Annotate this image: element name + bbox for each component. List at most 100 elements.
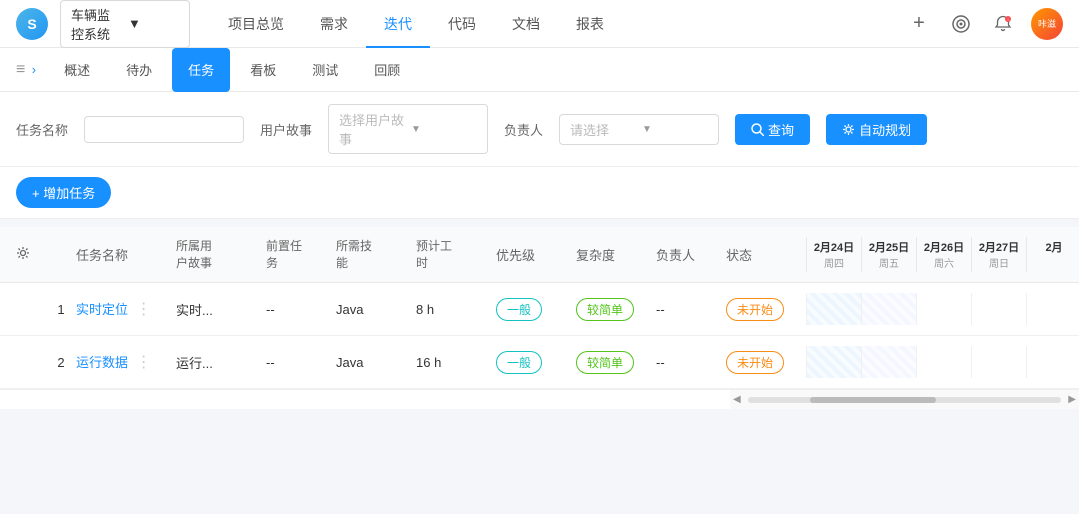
col-header-name: 任务名称 <box>76 245 176 264</box>
nav-item-overview[interactable]: 项目总览 <box>210 0 302 48</box>
expand-icon[interactable]: ≡ › <box>16 61 36 79</box>
query-button[interactable]: 查询 <box>735 114 810 145</box>
svg-text:!: ! <box>1007 17 1008 22</box>
row2-assignee: -- <box>656 355 726 370</box>
row1-gantt-slot-5 <box>1026 293 1079 325</box>
row2-skill: Java <box>336 355 416 370</box>
table-left-spacer <box>0 390 730 409</box>
settings-icon[interactable] <box>16 246 30 260</box>
row2-name: 运行数据 ⋮ <box>76 352 176 372</box>
assignee-select[interactable]: 请选择 ▼ <box>559 114 719 145</box>
project-selector[interactable]: 车辆监控系统 ▼ <box>60 0 190 48</box>
assignee-label: 负责人 <box>504 120 543 139</box>
nav-item-requirements[interactable]: 需求 <box>302 0 366 48</box>
user-story-select[interactable]: 选择用户故事 ▼ <box>328 104 488 154</box>
row2-gantt-slot-3 <box>916 346 971 378</box>
col-header-assignee: 负责人 <box>656 245 726 264</box>
row1-gantt-slot-2 <box>861 293 916 325</box>
table-header-row: 任务名称 所属用户故事 前置任务 所需技能 预计工时 优先级 复杂度 负责人 状… <box>0 227 1079 283</box>
top-navigation: S 车辆监控系统 ▼ 项目总览 需求 迭代 代码 文档 报表 + <box>0 0 1079 48</box>
row1-gantt <box>806 293 1063 325</box>
col-header-estimate: 预计工时 <box>416 238 496 272</box>
gantt-day-3: 2月26日 周六 <box>916 237 971 272</box>
row2-priority-badge: 一般 <box>496 351 542 374</box>
user-avatar[interactable]: 咔滋 <box>1031 8 1063 40</box>
gantt-scrollbar: ◀ ▶ <box>730 390 1079 409</box>
logo-area: S <box>16 8 48 40</box>
row2-story: 运行... <box>176 353 266 372</box>
row2-complexity-badge: 较简单 <box>576 351 634 374</box>
col-header-pre: 前置任务 <box>266 238 336 272</box>
add-icon-button[interactable]: + <box>905 10 933 38</box>
project-name: 车辆监控系统 <box>71 5 122 43</box>
row1-skill: Java <box>336 302 416 317</box>
row2-status: 未开始 <box>726 351 806 374</box>
second-nav-pending[interactable]: 待办 <box>110 48 168 92</box>
row1-gantt-slot-4 <box>971 293 1026 325</box>
second-nav-review[interactable]: 回顾 <box>358 48 416 92</box>
nav-item-docs[interactable]: 文档 <box>494 0 558 48</box>
row1-status: 未开始 <box>726 298 806 321</box>
row2-gantt-slot-2 <box>861 346 916 378</box>
nav-item-code[interactable]: 代码 <box>430 0 494 48</box>
add-task-button[interactable]: + 增加任务 <box>16 177 111 208</box>
scroll-track[interactable] <box>748 397 1062 403</box>
row2-estimate: 16 h <box>416 355 496 370</box>
task-name-input[interactable] <box>84 116 244 143</box>
notification-icon-button[interactable]: ! <box>989 10 1017 38</box>
gantt-day-4: 2月27日 周日 <box>971 237 1026 272</box>
row1-task-link[interactable]: 实时定位 <box>76 302 128 317</box>
row2-priority: 一般 <box>496 351 576 374</box>
nav-item-iteration[interactable]: 迭代 <box>366 0 430 48</box>
row1-priority: 一般 <box>496 298 576 321</box>
second-nav-kanban[interactable]: 看板 <box>234 48 292 92</box>
row1-priority-badge: 一般 <box>496 298 542 321</box>
row2-status-badge: 未开始 <box>726 351 784 374</box>
row1-assignee: -- <box>656 302 726 317</box>
row2-task-link[interactable]: 运行数据 <box>76 355 128 370</box>
filter-bar: 任务名称 用户故事 选择用户故事 ▼ 负责人 请选择 ▼ 查询 自动规划 <box>0 92 1079 167</box>
row1-pre: -- <box>266 302 336 317</box>
row1-story: 实时... <box>176 300 266 319</box>
second-navigation: ≡ › 概述 待办 任务 看板 测试 回顾 <box>0 48 1079 92</box>
task-table: 任务名称 所属用户故事 前置任务 所需技能 预计工时 优先级 复杂度 负责人 状… <box>0 227 1079 409</box>
row2-gantt-slot-1 <box>806 346 861 378</box>
row1-estimate: 8 h <box>416 302 496 317</box>
scroll-right-arrow[interactable]: ▶ <box>1065 394 1079 405</box>
row2-more-icon[interactable]: ⋮ <box>136 354 152 371</box>
col-header-story: 所属用户故事 <box>176 238 266 272</box>
row1-more-icon[interactable]: ⋮ <box>136 301 152 318</box>
second-nav-test[interactable]: 测试 <box>296 48 354 92</box>
table-row: 2 运行数据 ⋮ 运行... -- Java 16 h 一般 较简单 -- 未开… <box>0 336 1079 389</box>
col-header-complexity: 复杂度 <box>576 245 656 264</box>
gear-icon <box>842 123 855 136</box>
row2-gantt-slot-4 <box>971 346 1026 378</box>
gantt-day-5: 2月 <box>1026 237 1079 272</box>
scroll-left-arrow[interactable]: ◀ <box>730 394 744 405</box>
assignee-placeholder: 请选择 <box>570 120 636 139</box>
second-nav-task[interactable]: 任务 <box>172 48 230 92</box>
scroll-thumb[interactable] <box>810 397 935 403</box>
row2-gantt-slot-5 <box>1026 346 1079 378</box>
row1-status-badge: 未开始 <box>726 298 784 321</box>
col-header-settings <box>16 246 46 263</box>
second-nav-overview[interactable]: 概述 <box>48 48 106 92</box>
user-story-placeholder: 选择用户故事 <box>339 110 405 148</box>
table-scrollbar-area: ◀ ▶ <box>0 389 1079 409</box>
gantt-day-2: 2月25日 周五 <box>861 237 916 272</box>
avatar-initials: 咔滋 <box>1038 17 1056 30</box>
col-header-status: 状态 <box>726 245 806 264</box>
table-row: 1 实时定位 ⋮ 实时... -- Java 8 h 一般 较简单 -- 未开始 <box>0 283 1079 336</box>
target-icon <box>951 14 971 34</box>
action-bar: + 增加任务 <box>0 167 1079 219</box>
row1-gantt-slot-1 <box>806 293 861 325</box>
app-logo[interactable]: S <box>16 8 48 40</box>
chevron-down-icon: ▼ <box>128 16 179 31</box>
row2-complexity: 较简单 <box>576 351 656 374</box>
auto-plan-button[interactable]: 自动规划 <box>826 114 927 145</box>
nav-item-reports[interactable]: 报表 <box>558 0 622 48</box>
col-header-priority: 优先级 <box>496 245 576 264</box>
search-icon <box>751 123 764 136</box>
row2-pre: -- <box>266 355 336 370</box>
target-icon-button[interactable] <box>947 10 975 38</box>
